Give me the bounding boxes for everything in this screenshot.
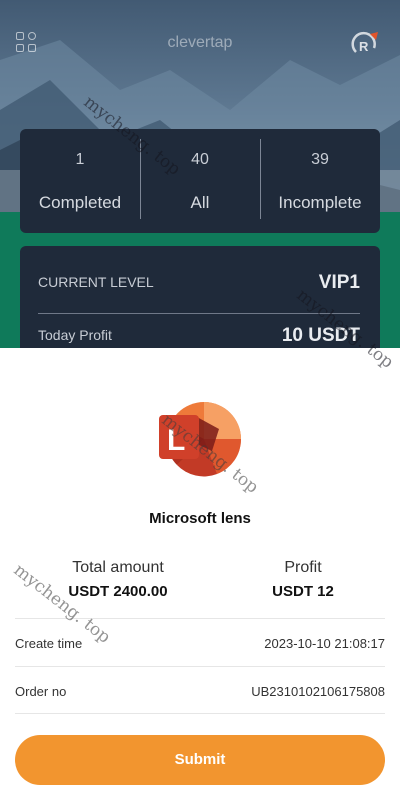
order-sheet: L Microsoft lens Total amount USDT 2400.…: [0, 348, 400, 788]
svg-text:L: L: [167, 424, 185, 457]
stat-incomplete[interactable]: 39 Incomplete: [260, 129, 380, 233]
level-card: CURRENT LEVEL VIP1 Today Profit 10 USDT: [20, 246, 380, 356]
order-no-value: UB2310102106175808: [251, 684, 385, 699]
stat-value: 1: [75, 151, 85, 168]
refresh-icon[interactable]: R: [348, 28, 382, 58]
current-level-value: VIP1: [318, 272, 360, 293]
total-amount-label: Total amount: [72, 559, 164, 576]
today-profit-value: 10 USDT: [281, 325, 360, 346]
stat-all[interactable]: 40 All: [140, 129, 260, 233]
submit-button[interactable]: Submit: [15, 735, 385, 785]
stat-label: Incomplete: [278, 193, 362, 212]
top-bar: clevertap R: [0, 24, 400, 64]
stat-value: 40: [191, 151, 209, 168]
today-profit-label: Today Profit: [38, 327, 112, 343]
amount-summary: Total amount USDT 2400.00 Profit USDT 12: [0, 559, 400, 609]
profit-label: Profit: [284, 559, 322, 576]
divider: [38, 313, 360, 314]
order-no-row: Order no UB2310102106175808: [15, 666, 385, 714]
create-time-value: 2023-10-10 21:08:17: [264, 636, 385, 651]
stat-completed[interactable]: 1 Completed: [20, 129, 140, 233]
brand-title: clevertap: [167, 34, 233, 51]
microsoft-lens-logo-icon: L: [159, 402, 242, 477]
create-time-label: Create time: [15, 636, 83, 651]
create-time-row: Create time 2023-10-10 21:08:17: [15, 618, 385, 666]
stat-label: All: [190, 193, 210, 212]
total-amount-value: USDT 2400.00: [68, 583, 168, 600]
profit-value: USDT 12: [272, 583, 334, 600]
order-no-label: Order no: [15, 684, 67, 699]
task-stats-card: 1 Completed 40 All 39 Incomplete: [20, 129, 380, 233]
stat-label: Completed: [38, 193, 122, 212]
app-name: Microsoft lens: [149, 510, 251, 527]
stat-value: 39: [311, 151, 329, 168]
current-level-label: CURRENT LEVEL: [38, 274, 154, 290]
svg-text:R: R: [359, 39, 369, 54]
